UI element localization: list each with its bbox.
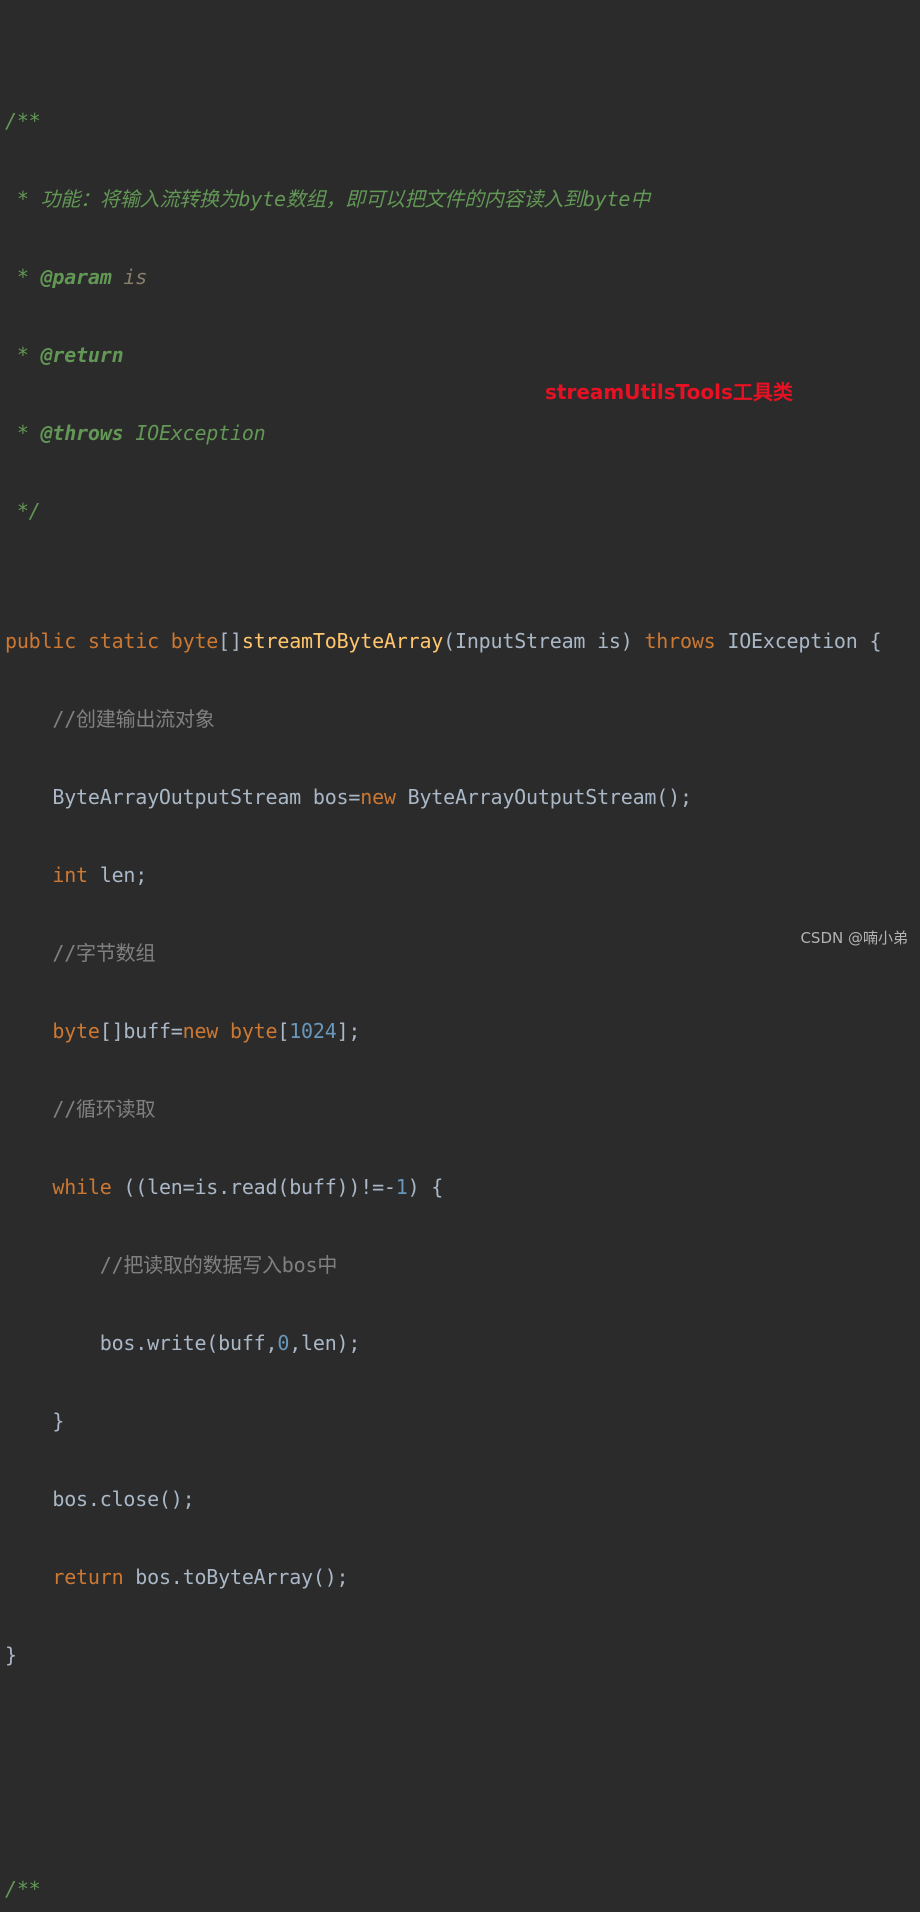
csdn-watermark: CSDN @喃小弟 [800,929,908,947]
javadoc-close: */ [5,499,41,523]
line-comment: //字节数组 [5,941,156,965]
keyword-return: return [5,1565,124,1589]
keyword-public: public [5,629,77,653]
exception-type: IOException { [715,629,882,653]
code-line: while ((len=is.read(buff))!=-1) { [5,1175,444,1199]
code-line: /** [5,108,920,134]
number-literal: 0 [277,1331,290,1355]
code-line: * @param is [5,264,920,290]
javadoc-param-name: is [111,265,148,289]
keyword-byte: byte [5,1019,100,1043]
code-line: } [5,1408,920,1434]
keyword-byte: byte [170,629,219,653]
code-line: byte[]buff=new byte[1024]; [5,1019,361,1043]
line-comment: //循环读取 [5,1097,156,1121]
javadoc-description: 功能：将输入流转换为byte数组，即可以把文件的内容读入到byte中 [40,187,651,211]
code-line: * @throws IOException [5,420,920,446]
javadoc-star: * [5,265,41,289]
code-line-method-signature: public static byte[]streamToByteArray(In… [5,628,920,654]
keyword-throws: throws [644,629,716,653]
javadoc-tag-return: @return [40,343,124,367]
javadoc-open: /** [5,109,41,133]
keyword-new: new [182,1019,219,1043]
code-line-comment: //把读取的数据写入bos中 [5,1252,920,1278]
closing-brace: } [5,1409,65,1433]
code-line: /** [5,1876,920,1902]
code-block[interactable]: /** * 功能：将输入流转换为byte数组，即可以把文件的内容读入到byte中… [5,4,920,1912]
code-line-comment: //循环读取 [5,1096,920,1122]
array-brackets: [] [218,629,242,653]
code-line: * @return [5,342,920,368]
number-literal: 1024 [289,1019,337,1043]
keyword-static: static [87,629,159,653]
closing-brace: } [5,1643,17,1667]
keyword-int: int [5,863,88,887]
code-line-comment: //创建输出流对象 [5,706,920,732]
keyword-while: while [5,1175,112,1199]
javadoc-tag-throws: @throws [40,421,124,445]
code-line: return bos.toByteArray(); [5,1565,349,1589]
code-line: bos.close(); [5,1487,195,1511]
method-name-streamtobytearray: streamToByteArray [241,629,444,653]
number-literal: 1 [395,1175,408,1199]
line-comment: //创建输出流对象 [5,707,215,731]
code-line: } [5,1642,920,1668]
code-line: */ [5,498,920,524]
red-annotation-label: streamUtilsTools工具类 [545,380,793,404]
code-editor-screenshot: /** * 功能：将输入流转换为byte数组，即可以把文件的内容读入到byte中… [0,0,920,1901]
method-parameters: (InputStream is) [443,629,645,653]
javadoc-star: * [5,343,41,367]
code-line: int len; [5,863,148,887]
javadoc-star: * [5,187,41,211]
keyword-new: new [360,785,396,809]
javadoc-tag-param: @param [40,265,112,289]
javadoc-star: * [5,421,41,445]
code-line: ByteArrayOutputStream bos=new ByteArrayO… [5,785,692,809]
javadoc-throws-type: IOException [123,421,266,445]
code-line: bos.write(buff,0,len); [5,1331,361,1355]
javadoc-open: /** [5,1877,41,1901]
line-comment: //把读取的数据写入bos中 [5,1253,338,1277]
code-line-comment: //字节数组 [5,940,920,966]
keyword-byte: byte [218,1019,278,1043]
code-line: * 功能：将输入流转换为byte数组，即可以把文件的内容读入到byte中 [5,186,920,212]
